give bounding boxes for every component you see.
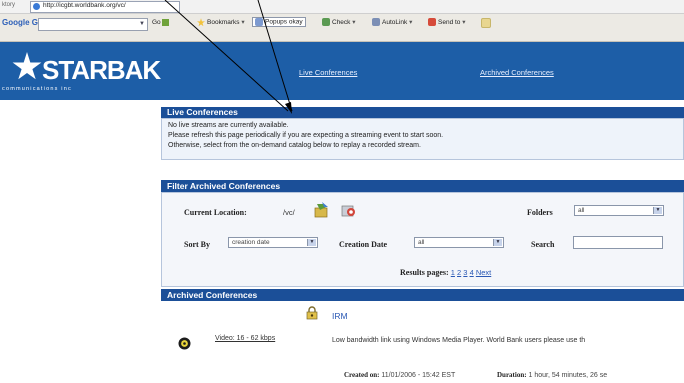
annotation-arrows	[164, 0, 293, 114]
annotation-arrow-right	[257, 0, 293, 112]
annotation-arrow-left	[164, 0, 289, 112]
arrowhead	[285, 102, 292, 114]
